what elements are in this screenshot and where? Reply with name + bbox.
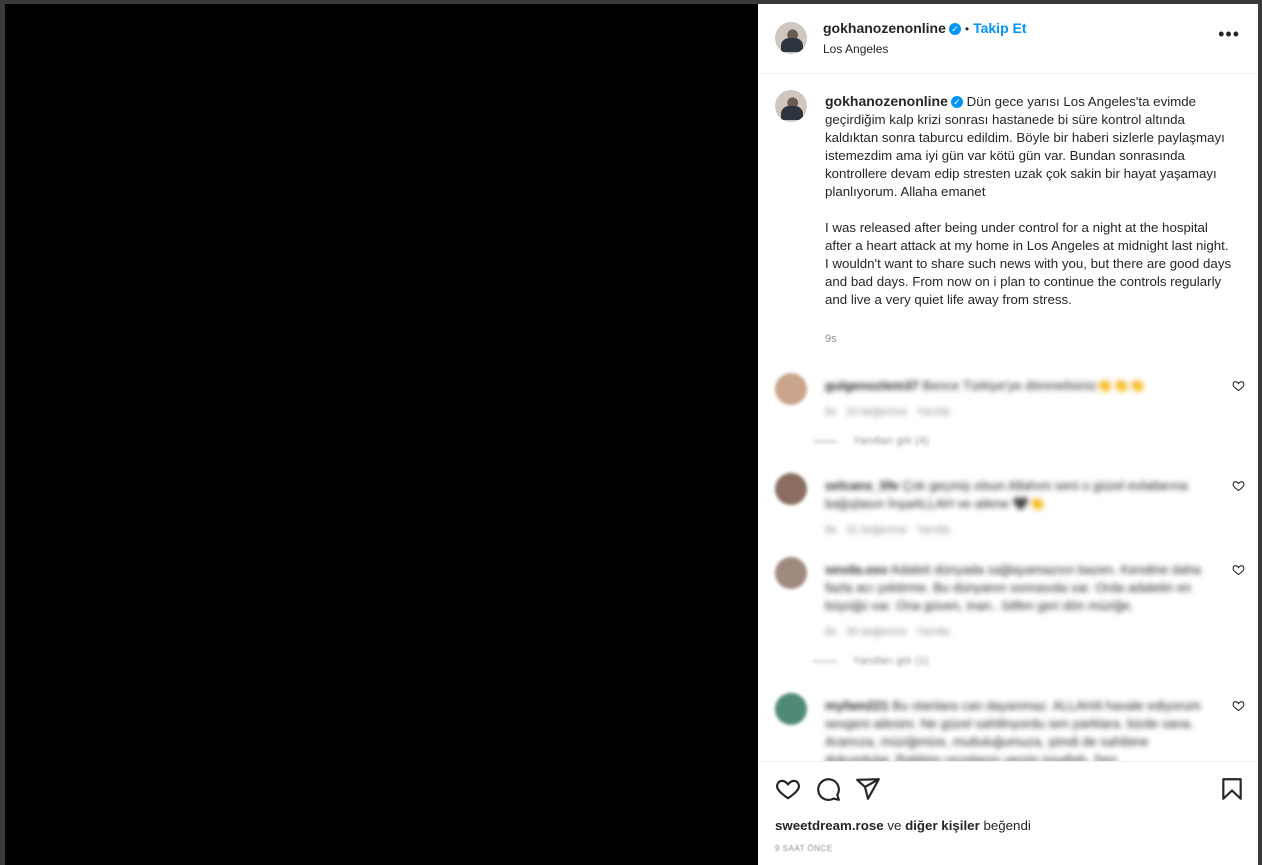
commenter-avatar[interactable] (775, 373, 807, 405)
comment-likes[interactable]: 36 beğenme (846, 626, 907, 638)
comment-like-heart-icon[interactable] (1232, 699, 1245, 712)
comment-like-heart-icon[interactable] (1232, 479, 1245, 492)
caption-time: 9s (825, 333, 837, 345)
more-options-icon[interactable]: ••• (1218, 24, 1240, 45)
post-caption: gokhanozenonline ✓ Dün gece yarısı Los An… (825, 92, 1235, 309)
post-header: gokhanozenonline ✓ • Takip Et Los Angeles •… (758, 4, 1258, 74)
comment-body: sevda.osv Adaleti dünyada sağlayamazsın … (825, 561, 1210, 641)
author-line: gokhanozenonline ✓ • Takip Et (823, 20, 1027, 38)
comment-icon[interactable] (815, 776, 841, 802)
comment-username[interactable]: sevda.osv (825, 562, 888, 577)
commenter-avatar[interactable] (775, 473, 807, 505)
other-likers-link[interactable]: diğer kişiler (905, 818, 980, 833)
post-location[interactable]: Los Angeles (823, 42, 888, 56)
comment-body: selcans_life Çok geçmiş olsun Allahım se… (825, 477, 1210, 539)
comment-username[interactable]: gulgenozlem37 (825, 378, 919, 393)
author-username[interactable]: gokhanozenonline (823, 20, 946, 36)
post-actions-bar: sweetdream.rose ve diğer kişiler beğendi… (758, 761, 1258, 865)
view-replies-button[interactable]: Yanıtları gör (4) (813, 435, 929, 447)
reply-button[interactable]: Yanıtla (916, 406, 949, 418)
view-replies-button[interactable]: Yanıtları gör (1) (813, 655, 929, 667)
comment-likes[interactable]: 31 beğenme (846, 524, 907, 536)
comments-list[interactable]: gulgenozlem37 Bence Türkiye'ye dönmelisi… (758, 359, 1258, 761)
comment-meta: 8s 31 beğenme Yanıtla (825, 524, 950, 536)
reply-button[interactable]: Yanıtla (916, 626, 949, 638)
reply-button[interactable]: Yanıtla (916, 524, 949, 536)
verified-badge-icon: ✓ (950, 96, 963, 108)
caption-text-tr: Dün gece yarısı Los Angeles'ta evimde ge… (825, 94, 1225, 199)
commenter-avatar[interactable] (775, 693, 807, 725)
caption-username[interactable]: gokhanozenonline (825, 93, 948, 109)
comment-username[interactable]: myfam221 (825, 698, 889, 713)
separator-dot: • (964, 22, 970, 36)
bookmark-icon[interactable] (1219, 776, 1245, 802)
likes-summary: sweetdream.rose ve diğer kişiler beğendi (775, 818, 1031, 833)
post-side-panel: gokhanozenonline ✓ • Takip Et Los Angeles •… (758, 4, 1258, 865)
caption-author-avatar[interactable] (775, 90, 807, 122)
comment-likes[interactable]: 10 beğenme (846, 406, 907, 418)
comment-meta: 8s 10 beğenme Yanıtla (825, 406, 950, 418)
comment-body: myfam221 Bu olanlara can dayanmaz. ALLAH… (825, 697, 1210, 761)
commenter-avatar[interactable] (775, 557, 807, 589)
verified-badge-icon: ✓ (948, 23, 961, 35)
caption-text-en: I was released after being under control… (825, 220, 1232, 307)
share-icon[interactable] (855, 776, 881, 802)
comment-text: Bence Türkiye'ye dönmelisiniz👏👏👏 (922, 378, 1146, 393)
comment-like-heart-icon[interactable] (1232, 563, 1245, 576)
liker-username[interactable]: sweetdream.rose (775, 818, 884, 833)
comment-like-heart-icon[interactable] (1232, 379, 1245, 392)
posted-time[interactable]: 9 SAAT ÖNCE (775, 844, 833, 853)
post-media[interactable] (5, 4, 758, 865)
comment-username[interactable]: selcans_life (825, 478, 899, 493)
heart-icon[interactable] (775, 776, 801, 802)
comment-meta: 8s 36 beğenme Yanıtla (825, 626, 950, 638)
follow-button[interactable]: Takip Et (973, 20, 1026, 36)
comment-body: gulgenozlem37 Bence Türkiye'ye dönmelisi… (825, 377, 1210, 421)
author-avatar[interactable] (775, 22, 807, 54)
